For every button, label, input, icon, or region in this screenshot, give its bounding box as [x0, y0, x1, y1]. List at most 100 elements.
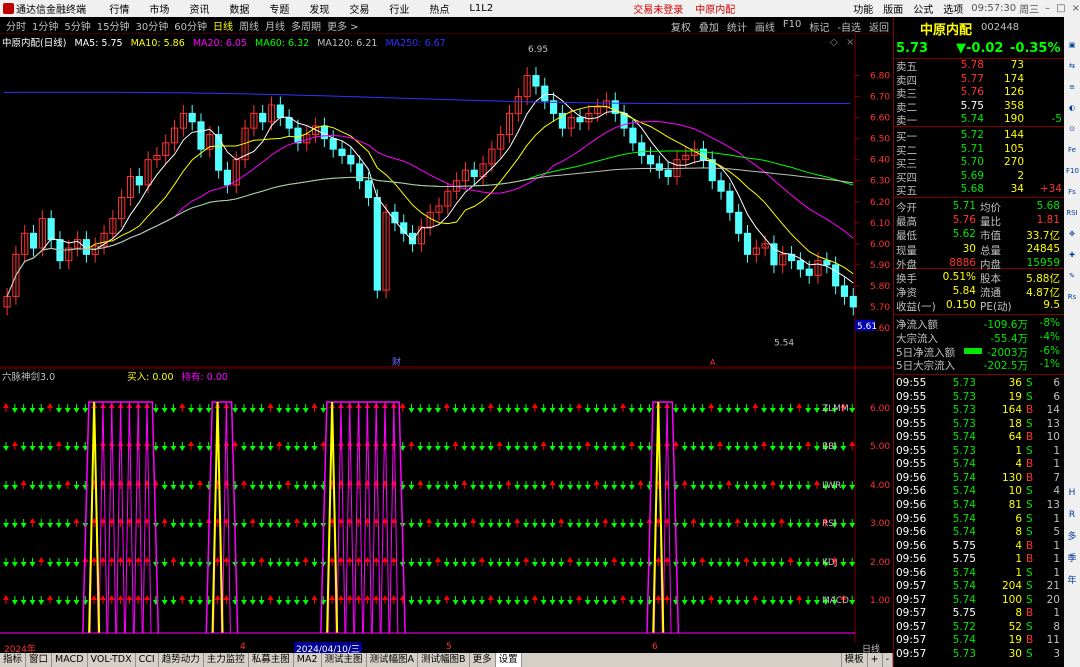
- menu-item-trade[interactable]: 交易: [349, 1, 369, 16]
- book-row[interactable]: 卖五 5.78 73: [894, 59, 1065, 73]
- book-row[interactable]: 卖一 5.74 190 -5: [894, 113, 1065, 127]
- buy-arrow: [558, 518, 565, 523]
- strip-shortcut[interactable]: 年: [1066, 575, 1078, 587]
- period-daily[interactable]: 日线: [213, 18, 233, 33]
- tab-cci[interactable]: CCI: [136, 653, 159, 667]
- mark-button[interactable]: 标记: [809, 19, 829, 34]
- sell-arrow: [584, 562, 591, 567]
- zoom-in-button[interactable]: +: [868, 653, 883, 667]
- sell-arrow: [690, 600, 697, 605]
- adjust-button[interactable]: 复权: [671, 19, 691, 34]
- book-row[interactable]: 卖二 5.75 358: [894, 100, 1065, 114]
- pen-icon[interactable]: ✎: [1066, 270, 1078, 282]
- tab-main-monitor[interactable]: 主力监控: [204, 653, 249, 667]
- watchlist-button[interactable]: -自选: [837, 19, 861, 34]
- price-tick-label: 5.80: [870, 282, 890, 292]
- tab-test-sub-a[interactable]: 测试幅图A: [367, 653, 419, 667]
- chart-close-icon[interactable]: ×: [846, 37, 854, 48]
- trade-login-notice[interactable]: 交易未登录: [633, 1, 683, 16]
- back-button[interactable]: 返回: [869, 19, 889, 34]
- book-row[interactable]: 买四 5.69 2: [894, 170, 1065, 184]
- sell-arrow: [558, 408, 565, 413]
- fe-icon[interactable]: Fe: [1066, 144, 1078, 156]
- strip-shortcut[interactable]: R: [1066, 509, 1078, 521]
- period-15min[interactable]: 15分钟: [97, 18, 130, 33]
- tab-macd[interactable]: MACD: [52, 653, 88, 667]
- strip-shortcut[interactable]: 多: [1066, 531, 1078, 543]
- plus-icon[interactable]: ✚: [1066, 249, 1078, 261]
- period-weekly[interactable]: 周线: [239, 18, 259, 33]
- stat-row: 最高 5.76 量比 1.81: [894, 214, 1065, 229]
- tab-indicator[interactable]: 指标: [0, 653, 27, 667]
- strip-shortcut[interactable]: 季: [1066, 553, 1078, 565]
- template-button[interactable]: 模板: [840, 653, 868, 667]
- tab-more[interactable]: 更多: [470, 653, 496, 667]
- menu-item-data[interactable]: 数据: [229, 1, 249, 16]
- book-row[interactable]: 卖四 5.77 174: [894, 73, 1065, 87]
- tab-ma2[interactable]: MA2: [294, 653, 322, 667]
- menu-item-discover[interactable]: 发现: [309, 1, 329, 16]
- sell-arrow: [408, 523, 415, 528]
- tr-icon[interactable]: ≡: [1066, 81, 1078, 93]
- stats-button[interactable]: 统计: [727, 19, 747, 34]
- book-row[interactable]: 买一 5.72 144: [894, 129, 1065, 143]
- indicator-chart[interactable]: ZLMM 6.00 BBI 5.00 LWR 4.00 RSI 3.00 KDJ 2.00 MACD…: [0, 368, 893, 643]
- strip-shortcut[interactable]: H: [1066, 487, 1078, 499]
- fit-icon[interactable]: ▣: [1066, 39, 1078, 51]
- menu-item-hot[interactable]: 热点: [429, 1, 449, 16]
- menu-item-l1l2[interactable]: L1L2: [469, 3, 493, 14]
- tab-test-main[interactable]: 测试主图: [322, 653, 367, 667]
- stat-label: 最高: [896, 216, 917, 229]
- rs-icon[interactable]: Rs: [1066, 291, 1078, 303]
- book-row[interactable]: 买二 5.71 105: [894, 143, 1065, 157]
- menu-item-news[interactable]: 资讯: [189, 1, 209, 16]
- period-monthly[interactable]: 月线: [265, 18, 285, 33]
- book-row[interactable]: 买五 5.68 34 +34: [894, 183, 1065, 197]
- period-60min[interactable]: 60分钟: [174, 18, 207, 33]
- menu-item-topics[interactable]: 专题: [269, 1, 289, 16]
- lt-icon[interactable]: ⊙: [1066, 123, 1078, 135]
- rsi-icon[interactable]: RSI: [1066, 207, 1078, 219]
- close-icon[interactable]: ×: [1072, 3, 1080, 14]
- minimize-icon[interactable]: –: [1045, 3, 1050, 14]
- menu-item-market[interactable]: 行情: [109, 1, 129, 16]
- ch-icon[interactable]: ⇆: [1066, 60, 1078, 72]
- period-intraday[interactable]: 分时: [6, 18, 26, 33]
- chart-settings-icon[interactable]: ◇: [830, 37, 838, 48]
- tab-window[interactable]: 窗口: [26, 653, 53, 667]
- overlay-button[interactable]: 叠加: [699, 19, 719, 34]
- maximize-icon[interactable]: □: [1056, 3, 1065, 14]
- period-1min[interactable]: 1分钟: [32, 18, 58, 33]
- menu-item-market2[interactable]: 市场: [149, 1, 169, 16]
- menu-item-formula[interactable]: 公式: [913, 1, 933, 16]
- period-multi[interactable]: 多周期: [291, 18, 321, 33]
- menu-item-options[interactable]: 选项: [943, 1, 963, 16]
- buy-arrow: [135, 595, 142, 600]
- draw-button[interactable]: 画线: [755, 19, 775, 34]
- period-more[interactable]: 更多 >: [327, 18, 359, 33]
- period-5min[interactable]: 5分钟: [64, 18, 90, 33]
- kline-chart[interactable]: 6.80 6.70 6.60 6.50 6.40 6.30 6.20 6.10 6.00 5.90…: [0, 34, 893, 368]
- zoom-out-button[interactable]: -: [883, 653, 893, 667]
- period-30min[interactable]: 30分钟: [135, 18, 168, 33]
- buy-arrow: [188, 441, 195, 446]
- menu-item-functions[interactable]: 功能: [853, 1, 873, 16]
- move-icon[interactable]: ✥: [1066, 228, 1078, 240]
- book-row[interactable]: 卖三 5.76 126: [894, 86, 1065, 100]
- tab-vol-tdx[interactable]: VOL-TDX: [88, 653, 136, 667]
- buy-arrow: [390, 441, 397, 446]
- fs-icon[interactable]: Fs: [1066, 186, 1078, 198]
- sell-arrow: [461, 562, 468, 567]
- f10-icon[interactable]: F10: [1066, 165, 1079, 177]
- menu-item-industry[interactable]: 行业: [389, 1, 409, 16]
- book-row[interactable]: 买三 5.70 270: [894, 156, 1065, 170]
- tab-trend-power[interactable]: 趋势动力: [159, 653, 204, 667]
- stock-link[interactable]: 中原内配: [695, 1, 735, 16]
- tab-test-sub-b[interactable]: 测试幅图B: [418, 653, 470, 667]
- tab-private-main[interactable]: 私募主图: [249, 653, 294, 667]
- tab-settings[interactable]: 设置: [495, 653, 522, 667]
- hd-icon[interactable]: ◐: [1066, 102, 1078, 114]
- f10-button[interactable]: F10: [783, 19, 801, 34]
- sell-arrow: [276, 485, 283, 490]
- menu-item-layout[interactable]: 版面: [883, 1, 903, 16]
